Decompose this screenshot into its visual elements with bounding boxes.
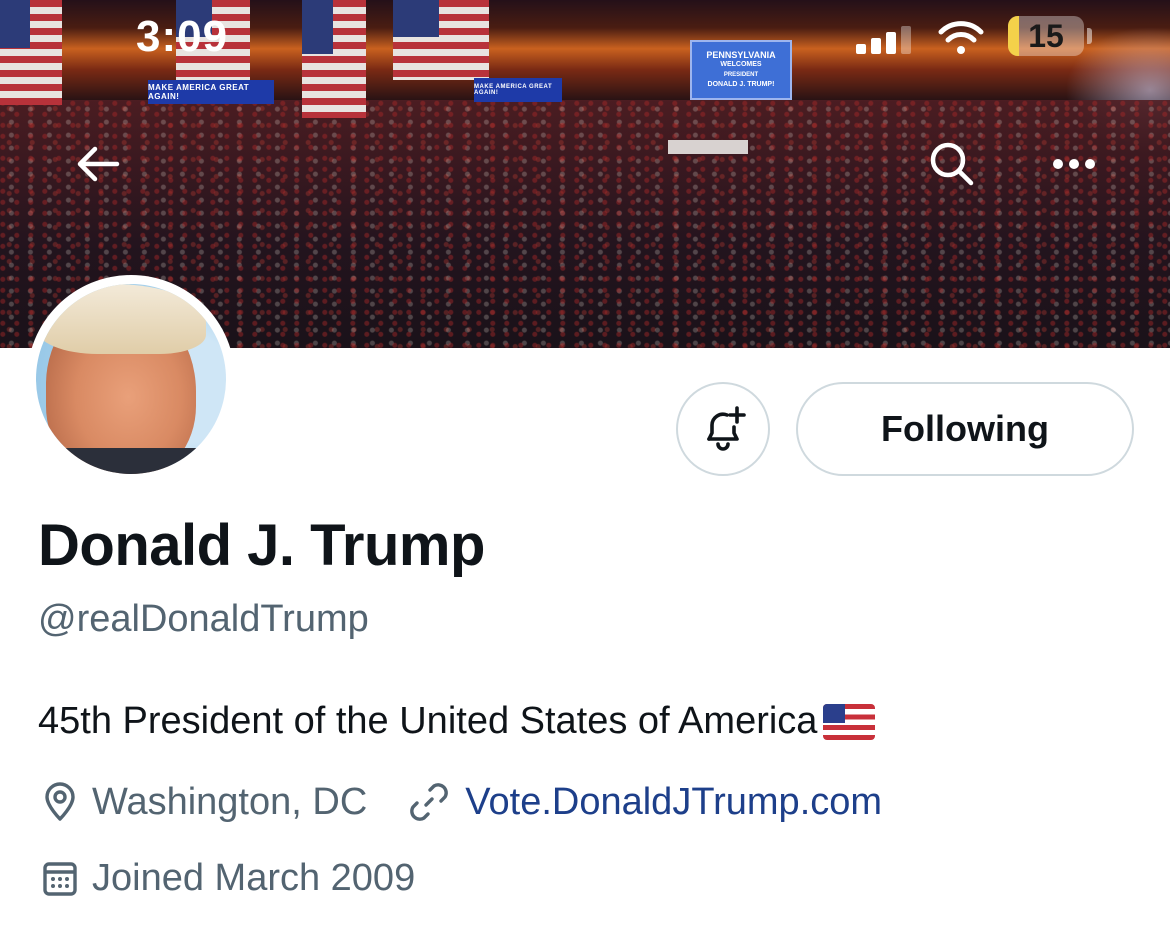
avatar-hair <box>36 284 206 354</box>
search-button[interactable] <box>920 132 984 196</box>
more-horizontal-icon <box>1053 159 1095 169</box>
banner-stage <box>668 140 748 154</box>
search-icon <box>930 142 974 186</box>
notifications-button[interactable] <box>676 382 770 476</box>
status-time: 3:09 <box>136 12 229 61</box>
back-button[interactable] <box>66 132 130 196</box>
arrow-left-icon <box>77 146 120 182</box>
wifi-icon <box>938 21 984 54</box>
profile-location: Washington, DC <box>92 780 368 823</box>
profile-meta-joined: Joined March 2009 <box>38 856 415 900</box>
bell-plus-icon <box>707 406 746 451</box>
display-name: Donald J. Trump <box>38 513 485 578</box>
avatar-suit <box>36 448 226 474</box>
profile-handle: @realDonaldTrump <box>38 598 369 640</box>
profile-meta-location-website: Washington, DC Vote.DonaldJTrump.com <box>38 780 882 824</box>
status-bar: 3:09 15 <box>0 0 1170 80</box>
battery-percentage: 15 <box>1028 18 1064 54</box>
location-pin-icon <box>38 780 82 824</box>
link-icon <box>407 780 451 824</box>
battery-nub <box>1087 28 1092 44</box>
profile-website-link[interactable]: Vote.DonaldJTrump.com <box>465 781 882 824</box>
banner-sign-maga: MAKE AMERICA GREAT AGAIN! <box>474 78 562 102</box>
cellular-signal-icon <box>856 26 912 54</box>
profile-joined-date: Joined March 2009 <box>92 856 416 899</box>
more-options-button[interactable] <box>1042 132 1106 196</box>
avatar-image <box>36 284 226 474</box>
bio-text: 45th President of the United States of A… <box>38 700 818 742</box>
sign-line: DONALD J. TRUMP! <box>707 81 775 88</box>
banner-sign-maga: MAKE AMERICA GREAT AGAIN! <box>148 80 274 104</box>
profile-bio: 45th President of the United States of A… <box>38 700 876 743</box>
avatar[interactable] <box>27 275 235 483</box>
following-button[interactable]: Following <box>796 382 1134 476</box>
calendar-icon <box>38 856 82 900</box>
us-flag-emoji <box>823 703 876 740</box>
battery-indicator: 15 <box>1008 16 1084 56</box>
